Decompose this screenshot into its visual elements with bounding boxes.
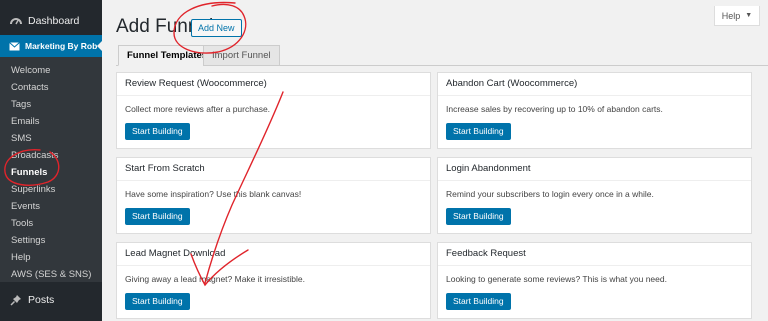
card-description: Collect more reviews after a purchase. xyxy=(125,104,271,114)
funnel-card-login-abandonment: Login Abandonment Remind your subscriber… xyxy=(437,157,752,234)
sidebar-item-broadcasts[interactable]: Broadcasts xyxy=(11,150,59,161)
start-building-button[interactable]: Start Building xyxy=(446,123,511,140)
card-description: Remind your subscribers to login every o… xyxy=(446,189,654,199)
add-new-button[interactable]: Add New xyxy=(191,19,242,37)
card-description: Have some inspiration? Use this blank ca… xyxy=(125,189,302,199)
sidebar-item-help[interactable]: Help xyxy=(11,252,31,263)
funnel-card-start-from-scratch: Start From Scratch Have some inspiration… xyxy=(116,157,431,234)
funnel-card-abandon-cart: Abandon Cart (Woocommerce) Increase sale… xyxy=(437,72,752,149)
pushpin-icon xyxy=(10,295,21,306)
card-description: Increase sales by recovering up to 10% o… xyxy=(446,104,663,114)
start-building-button[interactable]: Start Building xyxy=(125,123,190,140)
card-title: Login Abandonment xyxy=(438,158,751,181)
sidebar-item-marketing-by-rob[interactable]: Marketing By Rob xyxy=(0,35,102,57)
card-title: Lead Magnet Download xyxy=(117,243,430,266)
sidebar-item-funnels[interactable]: Funnels xyxy=(11,167,47,178)
envelope-icon xyxy=(9,41,20,50)
sidebar-item-superlinks[interactable]: Superlinks xyxy=(11,184,55,195)
sidebar-item-dashboard[interactable]: Dashboard xyxy=(10,15,79,27)
card-title: Abandon Cart (Woocommerce) xyxy=(438,73,751,96)
tab-import-funnel[interactable]: Import Funnel xyxy=(203,45,280,66)
sidebar-item-welcome[interactable]: Welcome xyxy=(11,65,50,76)
tab-funnel-templates[interactable]: Funnel Templates xyxy=(118,45,217,66)
dashboard-icon xyxy=(10,18,22,25)
funnel-card-lead-magnet: Lead Magnet Download Giving away a lead … xyxy=(116,242,431,319)
sidebar-item-label: Posts xyxy=(28,294,55,306)
card-description: Looking to generate some reviews? This i… xyxy=(446,274,667,284)
card-title: Feedback Request xyxy=(438,243,751,266)
admin-sidebar: Dashboard Marketing By Rob Welcome Conta… xyxy=(0,0,102,321)
sidebar-item-sms[interactable]: SMS xyxy=(11,133,32,144)
sidebar-item-tools[interactable]: Tools xyxy=(11,218,33,229)
sidebar-item-label: Marketing By Rob xyxy=(25,41,98,51)
card-title: Start From Scratch xyxy=(117,158,430,181)
sidebar-item-settings[interactable]: Settings xyxy=(11,235,45,246)
start-building-button[interactable]: Start Building xyxy=(446,208,511,225)
start-building-button[interactable]: Start Building xyxy=(125,293,190,310)
sidebar-item-posts[interactable]: Posts xyxy=(10,294,54,306)
sidebar-item-label: Dashboard xyxy=(28,15,80,27)
start-building-button[interactable]: Start Building xyxy=(125,208,190,225)
sidebar-item-emails[interactable]: Emails xyxy=(11,116,40,127)
help-button[interactable]: Help ▼ xyxy=(714,6,760,26)
card-description: Giving away a lead magnet? Make it irres… xyxy=(125,274,305,284)
start-building-button[interactable]: Start Building xyxy=(446,293,511,310)
help-label: Help xyxy=(721,10,741,21)
sidebar-item-events[interactable]: Events xyxy=(11,201,40,212)
funnel-card-feedback-request: Feedback Request Looking to generate som… xyxy=(437,242,752,319)
funnel-card-review-request: Review Request (Woocommerce) Collect mor… xyxy=(116,72,431,149)
card-title: Review Request (Woocommerce) xyxy=(117,73,430,96)
sidebar-item-aws[interactable]: AWS (SES & SNS) xyxy=(11,269,91,280)
caret-down-icon: ▼ xyxy=(745,12,753,19)
sidebar-item-contacts[interactable]: Contacts xyxy=(11,82,49,93)
sidebar-item-tags[interactable]: Tags xyxy=(11,99,31,110)
